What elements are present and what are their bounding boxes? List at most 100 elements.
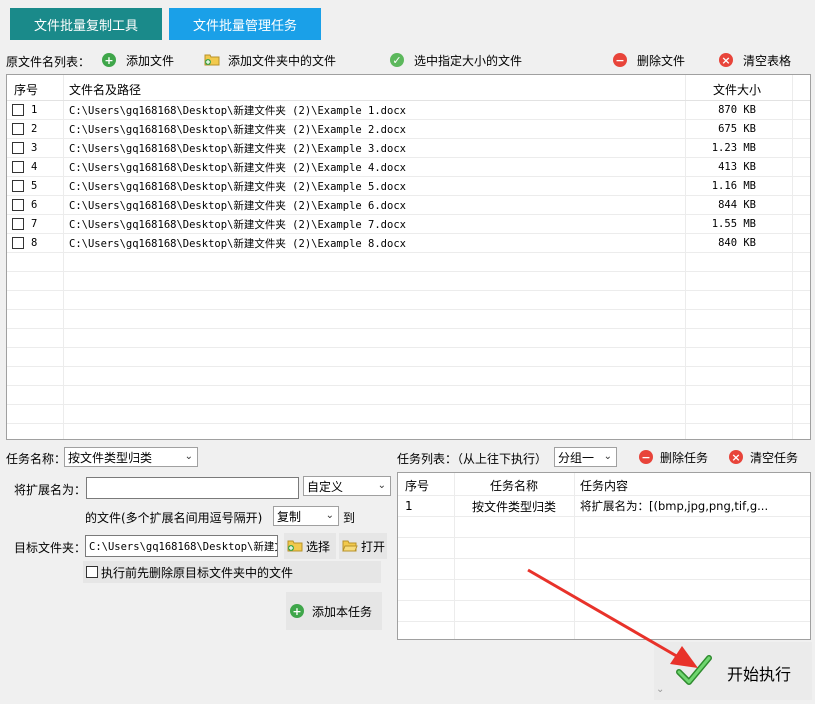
row-size: 413 KB — [718, 161, 756, 173]
table-row — [7, 367, 810, 386]
row-size: 844 KB — [718, 199, 756, 211]
header-size[interactable]: 文件大小 — [713, 79, 761, 100]
folder-add-icon — [204, 52, 220, 69]
row-path: C:\Users\gq168168\Desktop\新建文件夹 (2)\Exam… — [69, 237, 406, 250]
chevron-down-icon: ⌄ — [656, 684, 665, 695]
select-size-button[interactable]: ✓ 选中指定大小的文件 — [390, 51, 522, 69]
table-row[interactable]: 8 C:\Users\gq168168\Desktop\新建文件夹 (2)\Exa… — [7, 234, 810, 253]
delete-before-option[interactable]: 执行前先删除原目标文件夹中的文件 — [83, 561, 381, 583]
row-checkbox[interactable] — [12, 142, 24, 154]
row-checkbox-cell[interactable] — [12, 215, 24, 233]
table-row — [7, 310, 810, 329]
header-path[interactable]: 文件名及路径 — [69, 79, 141, 100]
rename-ext-label: 将扩展名为： — [14, 483, 87, 497]
table-row[interactable]: 4 C:\Users\gq168168\Desktop\新建文件夹 (2)\Exa… — [7, 158, 810, 177]
row-size: 1.23 MB — [711, 142, 756, 154]
table-row — [7, 253, 810, 272]
table-row[interactable]: 1 C:\Users\gq168168\Desktop\新建文件夹 (2)\Exa… — [7, 101, 810, 120]
clear-table-button[interactable]: × 清空表格 — [719, 51, 791, 69]
add-file-button[interactable]: + 添加文件 — [102, 51, 174, 69]
row-path: C:\Users\gq168168\Desktop\新建文件夹 (2)\Exam… — [69, 142, 406, 155]
check-circle-icon: ✓ — [390, 53, 404, 67]
ext-mode-value: 自定义 — [307, 479, 344, 494]
row-checkbox-cell[interactable] — [12, 234, 24, 252]
row-index: 2 — [31, 123, 38, 135]
add-folder-button[interactable]: 添加文件夹中的文件 — [204, 51, 336, 69]
row-checkbox-cell[interactable] — [12, 120, 24, 138]
row-index: 8 — [31, 237, 38, 249]
annotation-arrow — [527, 568, 698, 668]
clear-tasks-button[interactable]: × 清空任务 — [729, 448, 798, 466]
task-row[interactable]: 1 按文件类型归类 将扩展名为：[(bmp,jpg,png,tif,g... — [398, 496, 810, 517]
row-checkbox[interactable] — [12, 237, 24, 249]
task-row-content: 将扩展名为：[(bmp,jpg,png,tif,g... — [580, 499, 769, 513]
task-list-label: 任务列表：（从上往下执行） — [397, 452, 548, 466]
row-checkbox-cell[interactable] — [12, 196, 24, 214]
add-task-button[interactable]: + 添加本任务 — [286, 592, 382, 630]
plus-icon: + — [290, 604, 304, 618]
tab-file-manage-task[interactable]: 文件批量管理任务 — [169, 8, 321, 40]
row-index: 1 — [31, 104, 38, 116]
add-folder-label: 添加文件夹中的文件 — [228, 53, 337, 68]
table-row[interactable]: 6 C:\Users\gq168168\Desktop\新建文件夹 (2)\Exa… — [7, 196, 810, 215]
row-index: 5 — [31, 180, 38, 192]
row-checkbox[interactable] — [12, 161, 24, 173]
table-row[interactable]: 2 C:\Users\gq168168\Desktop\新建文件夹 (2)\Exa… — [7, 120, 810, 139]
minus-icon: − — [639, 450, 653, 464]
row-checkbox-cell[interactable] — [12, 158, 24, 176]
select-size-label: 选中指定大小的文件 — [414, 53, 523, 68]
task-header-content[interactable]: 任务内容 — [580, 475, 628, 495]
table-row — [7, 348, 810, 367]
row-path: C:\Users\gq168168\Desktop\新建文件夹 (2)\Exam… — [69, 218, 406, 231]
source-list-label: 原文件名列表： — [6, 55, 91, 69]
row-checkbox[interactable] — [12, 199, 24, 211]
table-row[interactable]: 3 C:\Users\gq168168\Desktop\新建文件夹 (2)\Exa… — [7, 139, 810, 158]
header-index[interactable]: 序号 — [14, 79, 38, 100]
row-size: 1.55 MB — [711, 218, 756, 230]
file-table[interactable]: 序号 文件名及路径 文件大小 1 C:\Users\gq168168\Deskto… — [6, 74, 811, 440]
row-checkbox[interactable] — [12, 123, 24, 135]
choose-folder-button[interactable]: 选择 — [284, 533, 336, 559]
close-icon: × — [719, 53, 733, 67]
plus-icon: + — [102, 53, 116, 67]
task-header-index[interactable]: 序号 — [405, 475, 429, 495]
row-path: C:\Users\gq168168\Desktop\新建文件夹 (2)\Exam… — [69, 161, 406, 174]
row-checkbox-cell[interactable] — [12, 101, 24, 119]
task-row-name: 按文件类型归类 — [472, 499, 557, 514]
row-checkbox[interactable] — [12, 180, 24, 192]
ext-input[interactable] — [86, 477, 299, 499]
open-folder-button[interactable]: 打开 — [339, 533, 387, 559]
table-row — [7, 386, 810, 405]
choose-label: 选择 — [306, 539, 331, 554]
table-row[interactable]: 7 C:\Users\gq168168\Desktop\新建文件夹 (2)\Exa… — [7, 215, 810, 234]
row-size: 870 KB — [718, 104, 756, 116]
row-checkbox-cell[interactable] — [12, 139, 24, 157]
table-row — [7, 329, 810, 348]
row-checkbox-cell[interactable] — [12, 177, 24, 195]
ext-mode-select[interactable]: 自定义 ⌄ — [303, 476, 391, 496]
target-folder-input[interactable]: C:\Users\gq168168\Desktop\新建文 — [85, 535, 278, 557]
delete-task-label: 删除任务 — [660, 450, 709, 465]
row-checkbox[interactable] — [12, 104, 24, 116]
delete-before-checkbox[interactable] — [86, 566, 98, 578]
row-checkbox[interactable] — [12, 218, 24, 230]
group-select[interactable]: 分组一 ⌄ — [554, 447, 617, 467]
task-name-select[interactable]: 按文件类型归类 ⌄ — [64, 447, 198, 467]
clear-tasks-label: 清空任务 — [750, 450, 799, 465]
row-path: C:\Users\gq168168\Desktop\新建文件夹 (2)\Exam… — [69, 199, 406, 212]
task-header-name[interactable]: 任务名称 — [490, 475, 538, 495]
tab-file-copy-tool[interactable]: 文件批量复制工具 — [10, 8, 162, 40]
delete-before-label: 执行前先删除原目标文件夹中的文件 — [101, 565, 294, 580]
delete-file-button[interactable]: − 删除文件 — [613, 51, 685, 69]
group-value: 分组一 — [558, 450, 595, 465]
close-icon: × — [729, 450, 743, 464]
open-label: 打开 — [361, 539, 386, 554]
row-index: 4 — [31, 161, 38, 173]
chevron-down-icon: ⌄ — [377, 480, 386, 491]
row-size: 840 KB — [718, 237, 756, 249]
delete-task-button[interactable]: − 删除任务 — [639, 448, 708, 466]
row-size: 675 KB — [718, 123, 756, 135]
task-name-label: 任务名称： — [6, 452, 67, 466]
action-select[interactable]: 复制 ⌄ — [273, 506, 339, 526]
table-row[interactable]: 5 C:\Users\gq168168\Desktop\新建文件夹 (2)\Exa… — [7, 177, 810, 196]
